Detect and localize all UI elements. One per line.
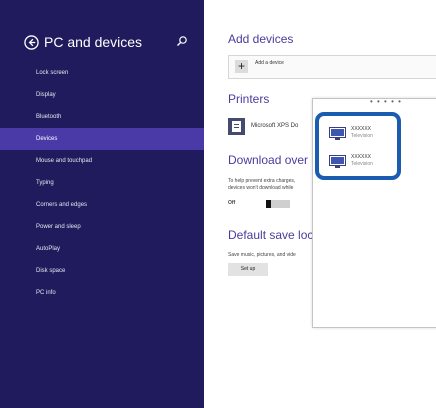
toggle-knob [266,200,271,208]
sidebar-item-typing[interactable]: Typing [0,172,204,194]
printer-name: Microsoft XPS Do [251,123,299,129]
television-icon [329,154,346,168]
sidebar-item-bluetooth[interactable]: Bluetooth [0,106,204,128]
device-type: Television [351,133,373,139]
device-text: XXXXXX Television [351,126,373,140]
device-item-television-1[interactable]: XXXXXX Television [329,121,399,145]
main-content: Add devices + Add a device Printers Micr… [204,0,436,408]
download-text-line-2: devices won't download while [228,185,294,191]
sidebar-item-mouse-and-touchpad[interactable]: Mouse and touchpad [0,150,204,172]
search-icon[interactable] [176,35,188,47]
page-title: PC and devices [44,34,143,50]
printer-icon [228,117,245,135]
sidebar-item-devices[interactable]: Devices [0,128,204,150]
device-item-television-2[interactable]: XXXXXX Television [329,149,399,173]
device-type: Television [351,161,373,167]
download-heading: Download over [228,153,309,167]
toggle-state-label: Off [228,200,236,206]
progress-dots: • • • • • [370,97,402,106]
back-arrow-icon[interactable] [24,34,39,50]
default-save-text: Save music, pictures, and vide [228,252,296,258]
sidebar-item-disk-space[interactable]: Disk space [0,260,204,282]
plus-icon: + [235,60,248,73]
add-devices-heading: Add devices [228,32,294,46]
add-device-button[interactable]: + Add a device [228,55,436,79]
download-toggle[interactable] [266,200,290,208]
device-list-highlight: XXXXXX Television XXXXXX Television [315,112,401,180]
set-up-button[interactable]: Set up [228,263,268,276]
download-text-line-1: To help prevent extra charges, [228,178,296,184]
device-name: XXXXXX [351,154,372,160]
sidebar-menu: Lock screen Display Bluetooth Devices Mo… [0,62,204,304]
sidebar-item-pc-info[interactable]: PC info [0,282,204,304]
sidebar-item-corners-and-edges[interactable]: Corners and edges [0,194,204,216]
device-text: XXXXXX Television [351,154,373,168]
default-save-heading: Default save loca [228,228,321,242]
sidebar-item-power-and-sleep[interactable]: Power and sleep [0,216,204,238]
sidebar-item-display[interactable]: Display [0,84,204,106]
television-icon [329,126,346,140]
sidebar: PC and devices Lock screen Display Bluet… [0,0,204,408]
add-device-label: Add a device [255,60,284,66]
sidebar-item-autoplay[interactable]: AutoPlay [0,238,204,260]
printers-heading: Printers [228,92,270,106]
sidebar-item-lock-screen[interactable]: Lock screen [0,62,204,84]
printer-item[interactable]: Microsoft XPS Do [228,117,298,135]
device-name: XXXXXX [351,126,372,132]
sidebar-header: PC and devices [24,33,142,51]
